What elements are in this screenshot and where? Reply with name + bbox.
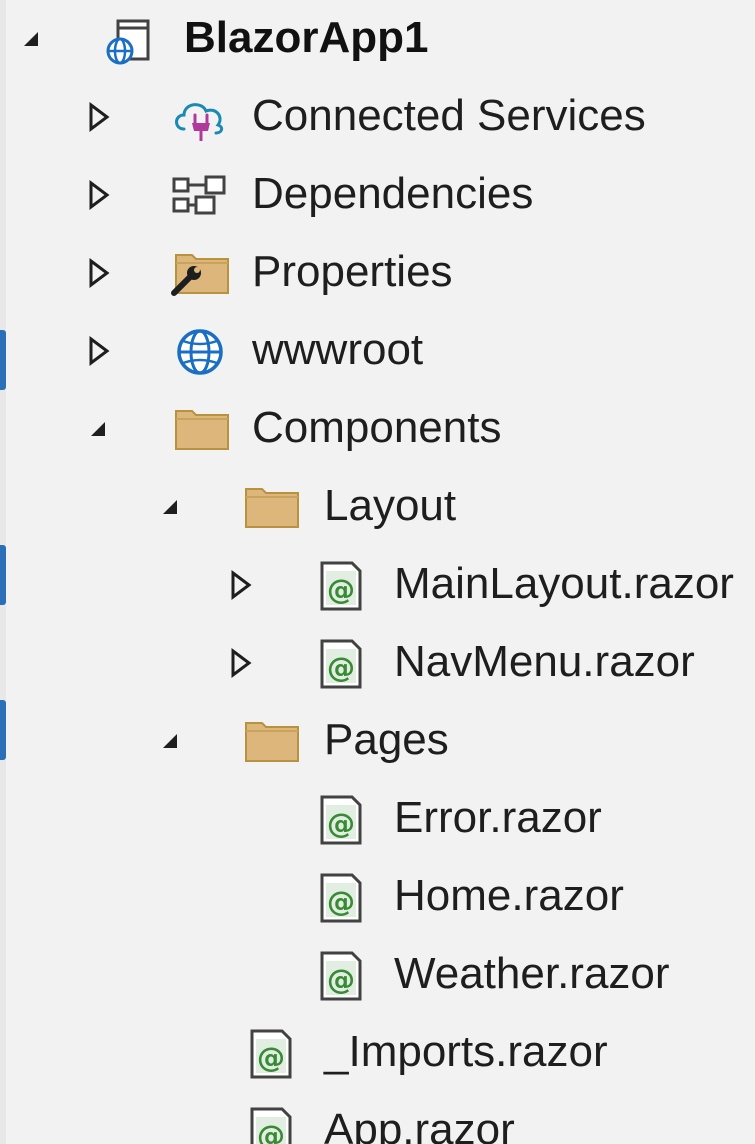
tree-node-label: Layout: [324, 481, 457, 530]
tree-node-components[interactable]: Components: [0, 390, 755, 468]
tree-node-label: NavMenu.razor: [394, 637, 695, 686]
tree-node-mainlayout[interactable]: @ MainLayout.razor: [0, 546, 755, 624]
tree-node-dependencies[interactable]: Dependencies: [0, 156, 755, 234]
tree-node-label: _Imports.razor: [324, 1027, 608, 1076]
razor-file-icon: @: [310, 795, 372, 845]
project-label: BlazorApp1: [184, 13, 429, 62]
collapsed-arrow-icon[interactable]: [83, 253, 113, 293]
collapsed-arrow-icon[interactable]: [83, 175, 113, 215]
globe-icon: [170, 327, 232, 377]
razor-file-icon: @: [310, 561, 372, 611]
tree-node-home[interactable]: @ Home.razor: [0, 858, 755, 936]
tree-node-weather[interactable]: @ Weather.razor: [0, 936, 755, 1014]
folder-icon: [240, 483, 302, 533]
svg-text:@: @: [257, 1119, 285, 1144]
folder-icon: [170, 405, 232, 455]
tree-node-navmenu[interactable]: @ NavMenu.razor: [0, 624, 755, 702]
solution-explorer-tree: BlazorApp1 Connected Services Dependenci…: [0, 0, 755, 1144]
tree-node-layout[interactable]: Layout: [0, 468, 755, 546]
razor-file-icon: @: [240, 1029, 302, 1079]
tree-node-app[interactable]: @ App.razor: [0, 1092, 755, 1144]
tree-node-error[interactable]: @ Error.razor: [0, 780, 755, 858]
razor-file-icon: @: [310, 951, 372, 1001]
folder-icon: [240, 717, 302, 767]
collapsed-arrow-icon[interactable]: [83, 97, 113, 137]
svg-text:@: @: [327, 885, 355, 918]
tree-node-label: Error.razor: [394, 793, 602, 842]
properties-folder-icon: [170, 249, 232, 299]
svg-text:@: @: [327, 963, 355, 996]
tree-node-label: Dependencies: [252, 169, 534, 218]
tree-node-connected-services[interactable]: Connected Services: [0, 78, 755, 156]
svg-text:@: @: [327, 573, 355, 606]
svg-text:@: @: [327, 651, 355, 684]
razor-file-icon: @: [240, 1107, 302, 1144]
tree-node-label: Pages: [324, 715, 449, 764]
tree-node-pages[interactable]: Pages: [0, 702, 755, 780]
tree-node-label: MainLayout.razor: [394, 559, 734, 608]
tree-node-label: Components: [252, 403, 502, 452]
tree-node-properties[interactable]: Properties: [0, 234, 755, 312]
svg-text:@: @: [327, 807, 355, 840]
collapsed-arrow-icon[interactable]: [83, 331, 113, 371]
tree-node-project[interactable]: BlazorApp1: [0, 0, 755, 78]
tree-node-label: Weather.razor: [394, 949, 670, 998]
tree-node-label: Connected Services: [252, 91, 646, 140]
razor-file-icon: @: [310, 873, 372, 923]
expanded-arrow-icon[interactable]: [155, 721, 185, 761]
expanded-arrow-icon[interactable]: [83, 409, 113, 449]
tree-node-label: Properties: [252, 247, 453, 296]
collapsed-arrow-icon[interactable]: [225, 565, 255, 605]
tree-node-wwwroot[interactable]: wwwroot: [0, 312, 755, 390]
tree-node-label: App.razor: [324, 1105, 515, 1144]
collapsed-arrow-icon[interactable]: [225, 643, 255, 683]
expanded-arrow-icon[interactable]: [155, 487, 185, 527]
svg-text:@: @: [257, 1041, 285, 1074]
connected-services-icon: [170, 93, 232, 143]
expanded-arrow-icon[interactable]: [16, 19, 46, 59]
web-project-icon: [100, 15, 162, 65]
dependencies-icon: [170, 171, 232, 221]
tree-node-label: Home.razor: [394, 871, 624, 920]
tree-node-label: wwwroot: [252, 325, 424, 374]
tree-node-imports[interactable]: @ _Imports.razor: [0, 1014, 755, 1092]
razor-file-icon: @: [310, 639, 372, 689]
